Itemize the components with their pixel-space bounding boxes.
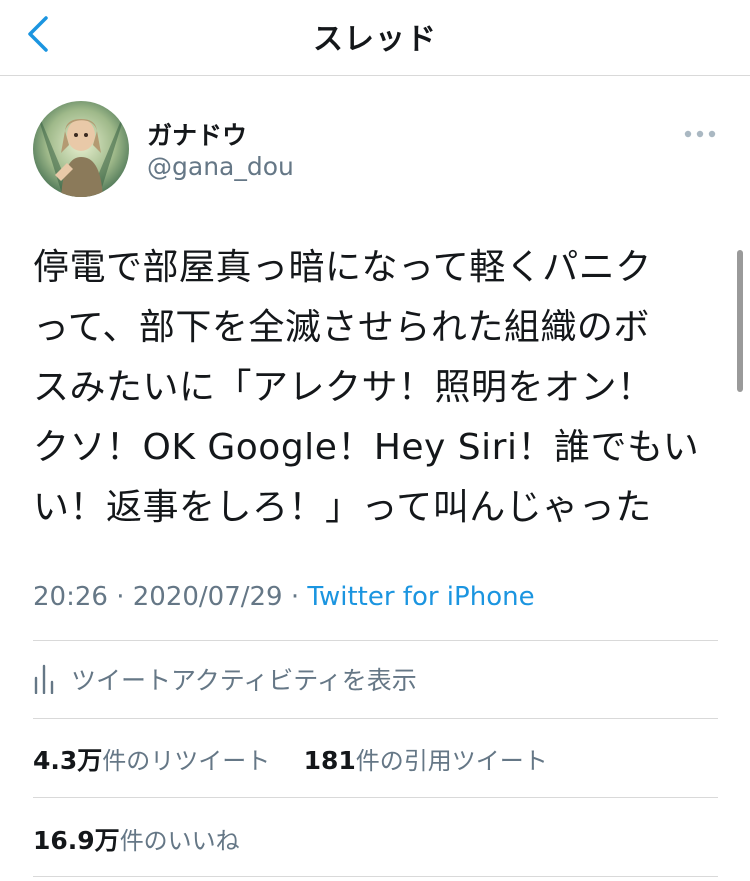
tweet-text-line: 停電で部屋真っ暗になって軽くパニク — [33, 247, 652, 288]
meta-separator: · — [116, 582, 125, 612]
tweet-source-link[interactable]: Twitter for iPhone — [307, 582, 534, 612]
author-display-name[interactable]: ガナドウ — [147, 116, 247, 152]
quotes-stat[interactable]: 181件の引用ツイート — [303, 746, 548, 775]
retweets-stat[interactable]: 4.3万件のリツイート — [33, 746, 271, 775]
bar-chart-icon — [34, 664, 54, 694]
view-tweet-activity-button[interactable]: ツイートアクティビティを表示 — [33, 662, 417, 696]
more-horizontal-icon — [684, 130, 716, 138]
likes-label: 件のいいね — [119, 827, 240, 855]
activity-label: ツイートアクティビティを表示 — [71, 666, 417, 695]
avatar[interactable] — [33, 101, 129, 197]
quotes-label: 件の引用ツイート — [355, 747, 548, 775]
likes-stats-row: 16.9万件のいいね — [33, 821, 240, 857]
divider — [33, 640, 718, 641]
tweet-text-line: スみたいに「アレクサ！照明をオン！ — [33, 367, 654, 408]
page-title: スレッド — [313, 22, 437, 57]
likes-count: 16.9万 — [33, 826, 120, 855]
top-bar: スレッド — [0, 0, 750, 76]
author-handle[interactable]: @gana_dou — [147, 152, 294, 181]
scrollbar[interactable] — [737, 250, 743, 392]
likes-stat[interactable]: 16.9万件のいいね — [33, 826, 240, 855]
tweet-metadata: 20:26 · 2020/07/29 · Twitter for iPhone — [33, 582, 535, 612]
engagement-stats-row: 4.3万件のリツイート 181件の引用ツイート — [33, 741, 548, 777]
divider — [33, 797, 718, 798]
quotes-count: 181 — [303, 746, 356, 775]
tweet-time: 20:26 — [33, 582, 108, 612]
tweet-date: 2020/07/29 — [132, 582, 283, 612]
tweet-text: 停電で部屋真っ暗になって軽くパニク って、部下を全滅させられた組織のボ スみたい… — [33, 238, 723, 538]
divider — [33, 876, 718, 877]
divider — [33, 718, 718, 719]
more-options-button[interactable] — [683, 126, 717, 142]
tweet-text-line: って、部下を全滅させられた組織のボ — [33, 307, 650, 348]
retweets-label: 件のリツイート — [102, 747, 271, 775]
meta-separator: · — [290, 582, 300, 612]
tweet-text-line: い！返事をしろ！」って叫んじゃった — [33, 487, 652, 528]
retweets-count: 4.3万 — [33, 746, 103, 775]
tweet-text-line: クソ！OK Google！Hey Siri！誰でもい — [33, 427, 700, 468]
